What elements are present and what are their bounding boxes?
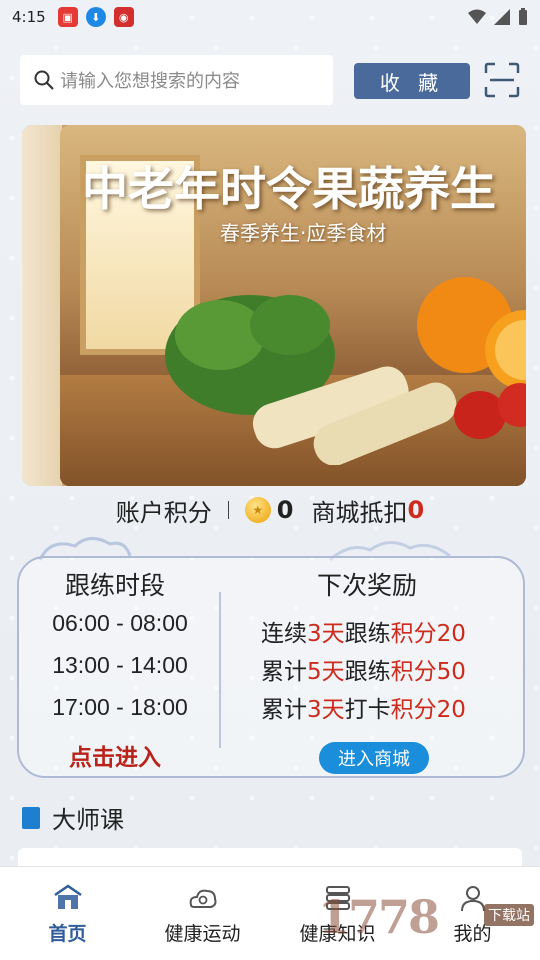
coin-icon: ★ — [244, 497, 271, 523]
reward-days: 3天 — [307, 697, 345, 723]
practice-times-title: 跟练时段 — [65, 571, 166, 600]
master-course-header: 大师课 — [22, 800, 124, 835]
account-points-label: 账户积分 — [115, 498, 212, 527]
notification-app-icon: ◉ — [113, 7, 134, 27]
download-icon: ⬇ — [85, 7, 106, 27]
practice-time-slot: 06:00 - 08:00 — [52, 610, 188, 636]
reward-prefix: 累计 — [261, 659, 307, 685]
vegetables-illustration — [165, 277, 526, 465]
home-icon — [53, 884, 82, 909]
wifi-icon — [468, 9, 486, 24]
enter-practice-button[interactable]: 点击进入 — [69, 738, 161, 772]
promo-banner[interactable]: 中老年时令果蔬养生 春季养生·应季食材 — [22, 125, 526, 486]
practice-time-slot: 17:00 - 18:00 — [52, 694, 188, 720]
banner-subtitle: 春季养生·应季食材 — [220, 221, 387, 245]
practice-time-slot: 13:00 - 14:00 — [52, 652, 188, 678]
reward-prefix: 累计 — [261, 697, 307, 723]
scan-button[interactable] — [484, 62, 520, 98]
shop-discount-value: 0 — [407, 496, 425, 524]
reward-points: 积分50 — [390, 659, 466, 685]
reward-item: 连续3天跟练积分20 — [261, 614, 466, 648]
banner-previous-slide — [22, 125, 62, 486]
shop-discount-label: 商城抵扣 — [311, 498, 408, 527]
master-course-title: 大师课 — [52, 806, 124, 834]
favorite-button[interactable]: 收 藏 — [354, 63, 470, 99]
reward-prefix: 连续 — [261, 621, 307, 647]
search-input[interactable]: 请输入您想搜索的内容 — [20, 55, 333, 105]
scan-icon — [484, 62, 520, 98]
search-icon — [34, 70, 54, 90]
signal-icon — [494, 9, 510, 25]
site-watermark-label: 下载站 — [484, 904, 534, 926]
battery-icon — [519, 8, 527, 25]
reward-action: 打卡 — [344, 697, 391, 723]
reward-days: 3天 — [307, 621, 345, 647]
points-row: 账户积分 ★ 0 商城抵扣 0 — [0, 490, 540, 530]
reward-item: 累计5天跟练积分50 — [261, 652, 466, 686]
reward-days: 5天 — [307, 659, 345, 685]
practice-card: 跟练时段 06:00 - 08:00 13:00 - 14:00 17:00 -… — [17, 556, 525, 778]
nav-health-exercise[interactable]: 健康运动 — [135, 867, 270, 960]
nav-label: 健康运动 — [164, 923, 241, 945]
bottom-nav: 首页 健康运动 健康知识 我的 — [0, 866, 540, 960]
nav-home[interactable]: 首页 — [0, 867, 135, 960]
status-time: 4:15 — [12, 8, 46, 26]
notification-app-icon: ▣ — [57, 7, 78, 27]
book-icon — [22, 806, 40, 829]
cloud-swirl-icon — [189, 889, 216, 908]
reward-item: 累计3天打卡积分20 — [261, 690, 466, 724]
banner-title: 中老年时令果蔬养生 — [82, 162, 496, 216]
card-divider — [219, 592, 221, 748]
status-bar: 4:15 ▣ ⬇ ◉ — [0, 0, 540, 34]
points-divider — [227, 501, 229, 519]
reward-points: 积分20 — [390, 697, 466, 723]
nav-label: 首页 — [48, 923, 87, 945]
enter-shop-button[interactable]: 进入商城 — [319, 742, 429, 774]
next-rewards-title: 下次奖励 — [317, 571, 418, 600]
site-watermark: 1778 — [318, 890, 440, 944]
account-points-value: 0 — [276, 496, 294, 524]
course-card[interactable] — [18, 848, 522, 868]
reward-action: 跟练 — [344, 621, 391, 647]
search-placeholder: 请输入您想搜索的内容 — [60, 71, 240, 92]
reward-points: 积分20 — [390, 621, 466, 647]
reward-action: 跟练 — [344, 659, 391, 685]
